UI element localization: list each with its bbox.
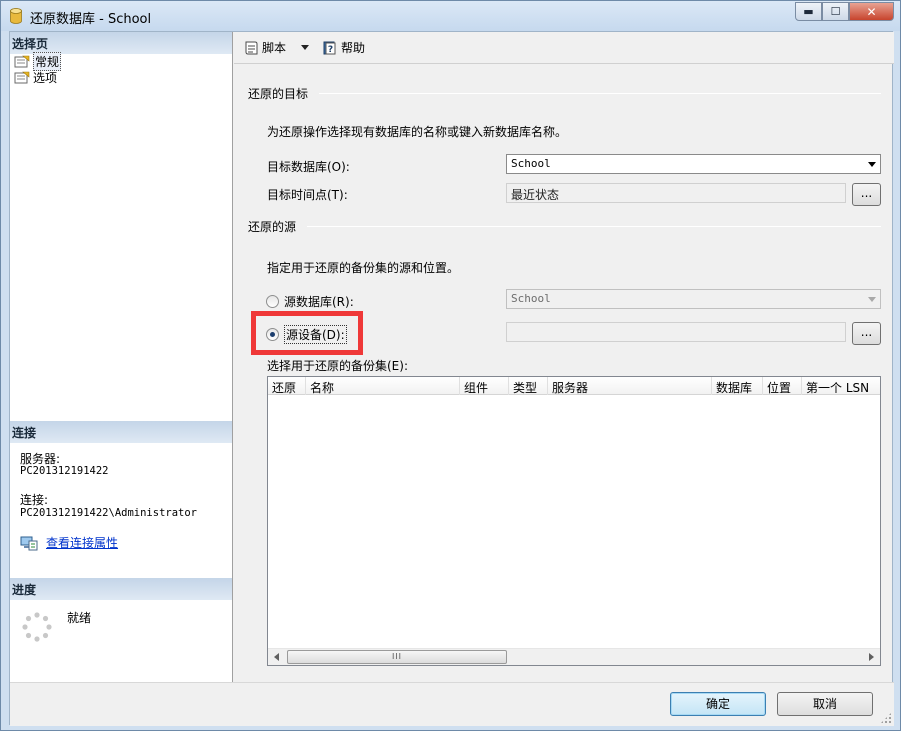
scroll-right-icon[interactable]: [869, 653, 874, 661]
connection-properties-icon: [20, 536, 38, 550]
source-device-field[interactable]: [506, 322, 846, 342]
left-pane: 选择页 常规 选项 连接 服务器: PC201312191422 连接: PC2…: [10, 32, 233, 682]
database-icon: [10, 8, 22, 24]
cancel-button[interactable]: 取消: [777, 692, 873, 716]
backup-sets-header: 还原 名称 组件 类型 服务器 数据库 位置 第一个 LSN: [268, 377, 880, 395]
col-header-database[interactable]: 数据库: [712, 377, 763, 395]
resize-grip-icon[interactable]: [880, 712, 892, 724]
progress-status: 就绪: [67, 611, 92, 625]
col-header-type[interactable]: 类型: [509, 377, 548, 395]
toolbar: 脚本 ? 帮助: [234, 32, 894, 64]
source-database-combo[interactable]: School: [506, 289, 881, 309]
target-db-label: 目标数据库(O):: [267, 160, 350, 174]
backup-sets-grid[interactable]: 还原 名称 组件 类型 服务器 数据库 位置 第一个 LSN III: [267, 376, 881, 666]
target-group-divider: [319, 93, 881, 94]
help-button[interactable]: ? 帮助: [319, 37, 368, 59]
chevron-down-icon: [868, 297, 876, 302]
help-book-icon: ?: [323, 41, 336, 55]
view-connection-properties-link[interactable]: 查看连接属性: [46, 534, 118, 551]
restore-database-window: 还原数据库 - School ▬ ☐ ✕ 选择页 常规 选项 连接 服务器: P…: [0, 0, 901, 731]
ok-button[interactable]: 确定: [670, 692, 766, 716]
target-db-combo[interactable]: School: [506, 154, 881, 174]
close-button[interactable]: ✕: [849, 2, 894, 21]
target-time-browse-button[interactable]: ...: [852, 183, 881, 206]
target-description: 为还原操作选择现有数据库的名称或键入新数据库名称。: [267, 125, 568, 139]
target-group-label: 还原的目标: [248, 87, 309, 101]
page-icon: [14, 55, 30, 68]
connection-label: 连接:: [20, 493, 49, 507]
col-header-component[interactable]: 组件: [460, 377, 509, 395]
window-controls: ▬ ☐ ✕: [795, 2, 894, 21]
script-icon: [245, 41, 258, 54]
chevron-down-icon: [868, 162, 876, 167]
title-bar[interactable]: 还原数据库 - School ▬ ☐ ✕: [1, 1, 900, 31]
page-item-options[interactable]: 选项: [14, 70, 57, 85]
page-item-options-label: 选项: [33, 71, 58, 85]
col-header-server[interactable]: 服务器: [548, 377, 712, 395]
source-group-divider: [307, 226, 881, 227]
col-header-first-lsn[interactable]: 第一个 LSN: [802, 377, 880, 395]
connection-header: 连接: [10, 421, 232, 443]
col-header-restore[interactable]: 还原: [268, 377, 306, 395]
source-database-radio[interactable]: [266, 295, 279, 308]
page-item-general[interactable]: 常规: [14, 52, 62, 71]
select-page-header: 选择页: [10, 32, 232, 54]
page-icon: [14, 71, 30, 84]
source-device-browse-button[interactable]: ...: [852, 322, 881, 345]
help-label: 帮助: [341, 41, 366, 55]
source-database-option[interactable]: 源数据库(R):: [266, 293, 354, 310]
source-database-value: School: [511, 292, 551, 305]
progress-spinner-icon: [22, 612, 52, 642]
horizontal-scrollbar[interactable]: III: [268, 648, 880, 665]
target-time-field[interactable]: 最近状态: [506, 183, 846, 203]
source-description: 指定用于还原的备份集的源和位置。: [267, 261, 460, 275]
scroll-thumb[interactable]: III: [287, 650, 507, 664]
target-time-label: 目标时间点(T):: [267, 188, 348, 202]
button-bar: 确定 取消: [10, 682, 894, 726]
view-connection-properties: 查看连接属性: [20, 534, 118, 551]
target-db-value: School: [511, 157, 551, 170]
script-dropdown-arrow-icon[interactable]: [301, 45, 310, 50]
script-button[interactable]: 脚本: [240, 37, 289, 59]
col-header-position[interactable]: 位置: [763, 377, 802, 395]
window-title: 还原数据库 - School: [30, 12, 152, 27]
source-group-label: 还原的源: [248, 220, 297, 234]
maximize-button[interactable]: ☐: [822, 2, 849, 21]
script-label: 脚本: [262, 41, 287, 55]
svg-text:?: ?: [328, 45, 333, 55]
scroll-left-icon[interactable]: [274, 653, 279, 661]
connection-value: PC201312191422\Administrator: [20, 507, 198, 519]
highlight-annotation: [251, 311, 363, 355]
minimize-button[interactable]: ▬: [795, 2, 822, 21]
dialog-client: 选择页 常规 选项 连接 服务器: PC201312191422 连接: PC2…: [9, 31, 894, 726]
server-value: PC201312191422: [20, 465, 109, 477]
backup-sets-label: 选择用于还原的备份集(E):: [267, 359, 408, 373]
source-database-label: 源数据库(R):: [284, 295, 354, 309]
col-header-name[interactable]: 名称: [306, 377, 460, 395]
progress-header: 进度: [10, 578, 232, 600]
